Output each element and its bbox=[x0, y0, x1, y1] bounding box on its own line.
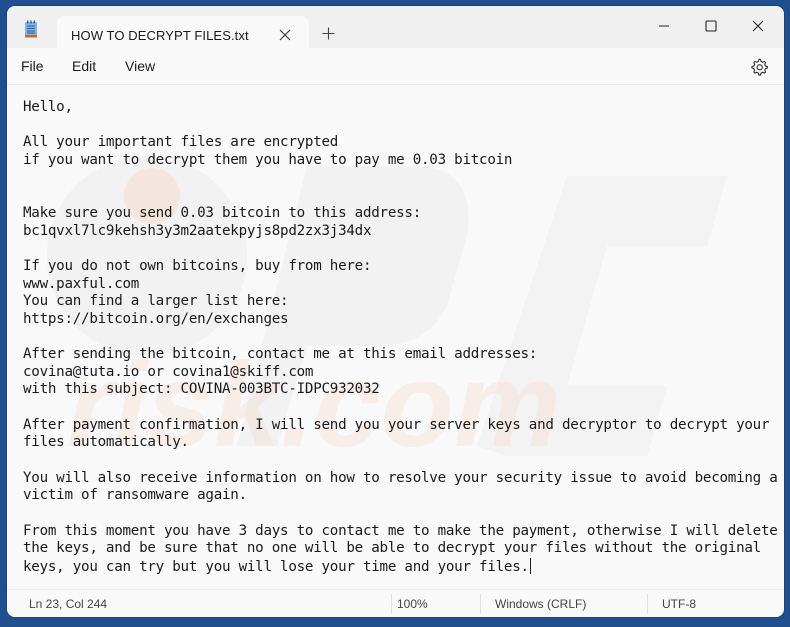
maximize-button[interactable] bbox=[688, 8, 734, 44]
status-divider bbox=[647, 594, 648, 614]
text-line: if you want to decrypt them you have to … bbox=[23, 151, 513, 168]
document-text[interactable]: Hello, All your important files are encry… bbox=[23, 99, 780, 577]
line-ending[interactable]: Windows (CRLF) bbox=[495, 597, 586, 611]
encoding[interactable]: UTF-8 bbox=[662, 597, 696, 611]
text-line bbox=[23, 170, 780, 188]
text-line: the keys, and be sure that no one will b… bbox=[23, 540, 761, 557]
cursor-position: Ln 23, Col 244 bbox=[29, 597, 108, 611]
menu-view[interactable]: View bbox=[125, 58, 155, 74]
new-tab-button[interactable] bbox=[317, 22, 339, 44]
text-line: All your important files are encrypted bbox=[23, 134, 339, 151]
text-line: www.paxful.com bbox=[23, 275, 140, 292]
text-line bbox=[23, 240, 780, 258]
text-line: keys, you can try but you will lose your… bbox=[23, 557, 531, 575]
notepad-window: HOW TO DECRYPT FILES.txt File Edit View … bbox=[7, 6, 784, 617]
text-line: After sending the bitcoin, contact me at… bbox=[23, 346, 538, 363]
minimize-icon bbox=[659, 25, 669, 27]
text-line: https://bitcoin.org/en/exchanges bbox=[23, 310, 289, 327]
text-line: Make sure you send 0.03 bitcoin to this … bbox=[23, 204, 421, 221]
text-caret bbox=[529, 557, 531, 574]
text-line bbox=[23, 328, 780, 346]
text-line: You will also receive information on how… bbox=[23, 469, 778, 486]
text-line: covina@tuta.io or covina1@skiff.com bbox=[23, 363, 314, 380]
status-bar: Ln 23, Col 244 100% Windows (CRLF) UTF-8 bbox=[7, 589, 784, 617]
plus-icon bbox=[322, 27, 334, 39]
close-icon bbox=[752, 20, 764, 32]
text-editor[interactable]: risk.com Hello, All your important files … bbox=[7, 86, 784, 589]
minimize-button[interactable] bbox=[641, 8, 687, 44]
close-icon bbox=[279, 29, 291, 41]
text-line bbox=[23, 117, 780, 135]
text-line bbox=[23, 187, 780, 205]
status-divider bbox=[480, 594, 481, 614]
text-line bbox=[23, 399, 780, 417]
tab-close-button[interactable] bbox=[275, 25, 295, 45]
title-bar: HOW TO DECRYPT FILES.txt bbox=[7, 6, 784, 54]
text-line: files automatically. bbox=[23, 434, 189, 451]
close-window-button[interactable] bbox=[735, 8, 781, 44]
menu-file[interactable]: File bbox=[21, 58, 44, 74]
text-line: with this subject: COVINA-003BTC-IDPC932… bbox=[23, 381, 380, 398]
text-line bbox=[23, 505, 780, 523]
text-line: From this moment you have 3 days to cont… bbox=[23, 522, 778, 539]
menu-edit[interactable]: Edit bbox=[72, 58, 96, 74]
text-line: After payment confirmation, I will send … bbox=[23, 416, 770, 433]
text-line: bc1qvxl7lc9kehsh3y3m2aatekpyjs8pd2zx3j34… bbox=[23, 222, 372, 239]
settings-button[interactable] bbox=[748, 56, 770, 78]
maximize-icon bbox=[705, 20, 717, 32]
text-line: victim of ransomware again. bbox=[23, 487, 247, 504]
text-line bbox=[23, 452, 780, 470]
text-line: If you do not own bitcoins, buy from her… bbox=[23, 257, 372, 274]
zoom-level[interactable]: 100% bbox=[397, 597, 428, 611]
tab-title: HOW TO DECRYPT FILES.txt bbox=[71, 28, 249, 43]
notepad-icon bbox=[25, 20, 37, 38]
menu-bar: File Edit View bbox=[7, 48, 784, 85]
gear-icon bbox=[751, 58, 768, 76]
text-line: Hello, bbox=[23, 99, 73, 115]
status-divider bbox=[391, 594, 392, 614]
text-line: You can find a larger list here: bbox=[23, 293, 289, 310]
